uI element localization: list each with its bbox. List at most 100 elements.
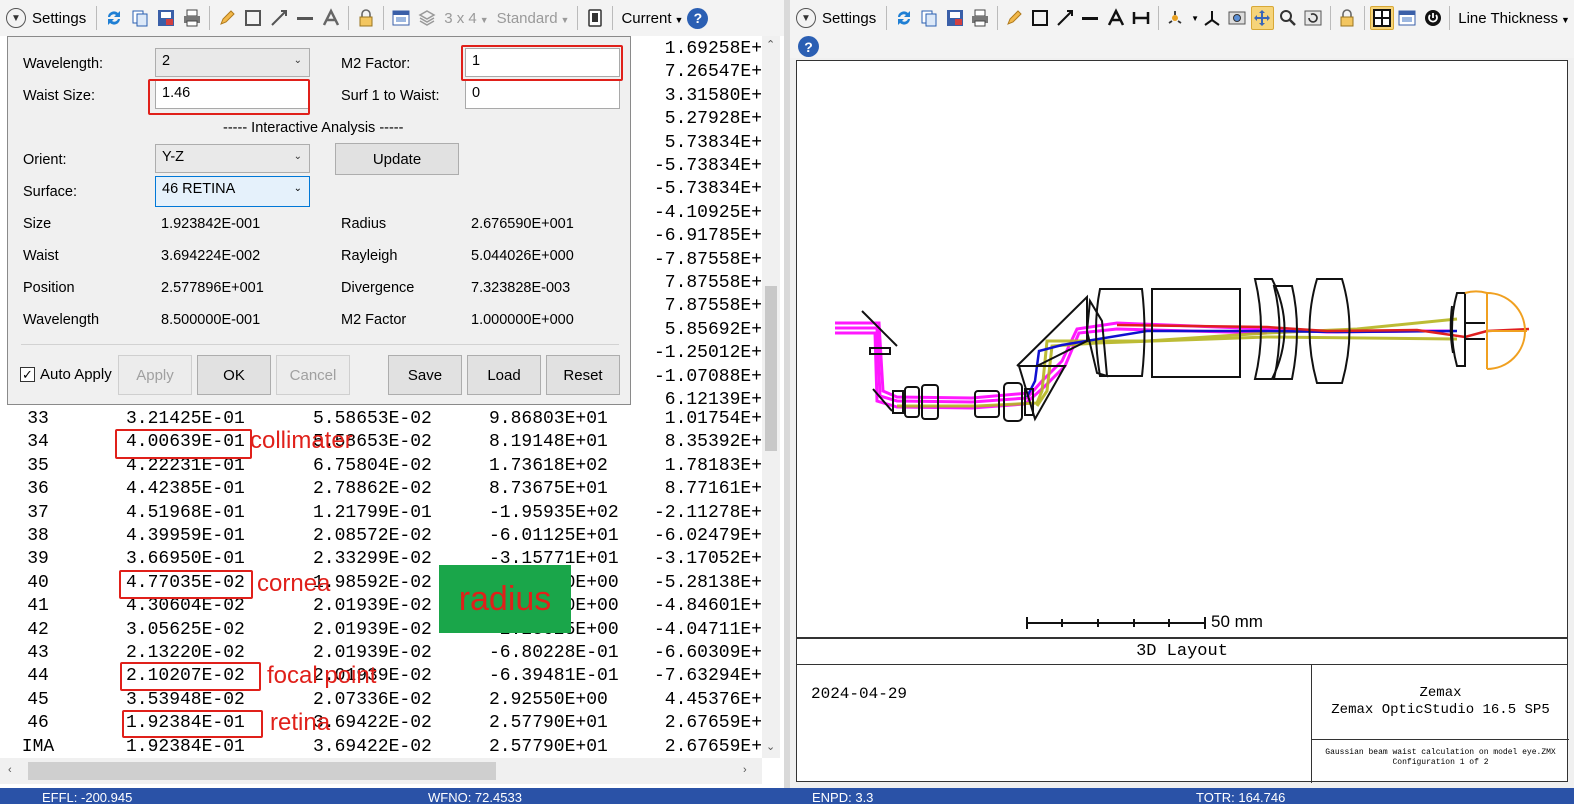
annotation-box-collimater <box>115 429 252 459</box>
ok-button[interactable]: OK <box>197 355 271 395</box>
copy-icon[interactable] <box>128 6 152 30</box>
dimension-icon[interactable] <box>1129 6 1152 30</box>
phone-layout-icon[interactable] <box>583 6 607 30</box>
axes-icon[interactable] <box>1200 6 1223 30</box>
save-button[interactable]: Save <box>388 355 462 395</box>
scroll-left-icon[interactable]: ‹ <box>8 764 12 776</box>
table-cell: -1.25012E+ <box>652 343 762 363</box>
title-divider <box>1311 739 1569 740</box>
wavelength-dropdown[interactable]: 2 ⌄ <box>155 48 310 77</box>
copy-icon[interactable] <box>918 6 941 30</box>
file-info: Gaussian beam waist calculation on model… <box>1312 748 1569 768</box>
cell-value: -6.91785E+ <box>653 226 762 247</box>
table-cell: 5.58653E-02 <box>313 409 432 429</box>
table-cell: 2.01939E-02 <box>313 643 432 663</box>
result-value: 1.000000E+000 <box>471 312 574 328</box>
table-cell: 3.69422E-02 <box>313 736 432 757</box>
rectangle-icon[interactable] <box>241 6 265 30</box>
orient-label: Orient: <box>23 152 67 168</box>
load-button[interactable]: Load <box>467 355 541 395</box>
table-cell: 8.35392E+ <box>652 432 762 452</box>
reset-view-icon[interactable] <box>1301 6 1324 30</box>
pan-icon[interactable] <box>1250 6 1275 30</box>
status-effl: EFFL: -200.945 <box>42 790 133 804</box>
grid-size-dropdown[interactable]: 3 x 4 ▼ <box>440 10 492 27</box>
pencil-icon[interactable] <box>215 6 239 30</box>
grid-layout-icon[interactable] <box>1370 6 1394 30</box>
table-cell: 3.31580E+ <box>652 86 762 106</box>
power-icon[interactable] <box>1421 6 1444 30</box>
apply-button[interactable]: Apply <box>118 355 192 395</box>
text-icon[interactable] <box>1104 6 1127 30</box>
table-cell: 3.53948E-02 <box>126 689 245 710</box>
table-cell: -2.11278E+ <box>652 503 762 523</box>
line-thickness-dropdown[interactable]: Line Thickness ▼ <box>1454 10 1574 27</box>
result-value: 8.500000E-001 <box>161 312 261 328</box>
cell-value: 4.45376E+ <box>664 689 762 710</box>
lock-icon[interactable] <box>354 6 378 30</box>
chevron-down-icon: ⌄ <box>293 183 302 194</box>
help-icon[interactable]: ? <box>687 7 709 29</box>
line-icon[interactable] <box>293 6 317 30</box>
result-value: 5.044026E+000 <box>471 248 574 264</box>
lock-icon[interactable] <box>1336 6 1359 30</box>
window-splitter[interactable] <box>784 0 790 788</box>
table-cell: 1.01754E+ <box>652 409 762 429</box>
save-image-icon[interactable] <box>943 6 966 30</box>
print-icon[interactable] <box>180 6 204 30</box>
window-icon[interactable] <box>389 6 413 30</box>
auto-apply-checkbox[interactable]: ✓ <box>20 367 35 382</box>
arrow-line-icon[interactable] <box>267 6 291 30</box>
left-toolbar: ▼ Settings 3 x 4 ▼ Standard ▼ Current ▼ … <box>0 0 784 36</box>
help-icon[interactable]: ? <box>798 36 819 57</box>
table-cell: 33 <box>27 409 49 429</box>
annotation-box-focal-point <box>120 662 261 691</box>
table-cell: 45 <box>27 689 49 710</box>
dialog-divider <box>21 344 619 345</box>
caret-down-icon[interactable]: ▼ <box>1191 14 1199 23</box>
scroll-up-icon[interactable]: ⌃ <box>766 38 775 51</box>
table-cell: -7.87558E+ <box>652 250 762 270</box>
scroll-thumb[interactable] <box>765 286 777 451</box>
scroll-thumb[interactable] <box>28 762 496 780</box>
cancel-button[interactable]: Cancel <box>276 355 350 395</box>
result-value: 2.577896E+001 <box>161 280 264 296</box>
settings-toggle[interactable]: ▼ Settings <box>790 8 882 28</box>
result-label: M2 Factor <box>341 312 407 328</box>
vertical-scrollbar[interactable]: ⌃ ⌄ <box>762 36 780 758</box>
rectangle-icon[interactable] <box>1028 6 1051 30</box>
refresh-icon[interactable] <box>102 6 126 30</box>
update-button[interactable]: Update <box>335 143 459 175</box>
layout-3d-view[interactable]: 50 mm <box>796 60 1568 638</box>
window-icon[interactable] <box>1396 6 1419 30</box>
table-cell: 1.92384E-01 <box>126 736 245 757</box>
surf-to-waist-input[interactable]: 0 <box>465 80 620 109</box>
rotate-3d-icon[interactable] <box>1164 6 1187 30</box>
table-cell: 6.75804E-02 <box>313 455 432 476</box>
scroll-right-icon[interactable]: › <box>743 764 747 776</box>
reset-button[interactable]: Reset <box>546 355 620 395</box>
camera-icon[interactable] <box>1225 6 1248 30</box>
horizontal-scrollbar[interactable]: ‹ › <box>0 758 762 784</box>
orient-dropdown[interactable]: Y-Z ⌄ <box>155 144 310 173</box>
settings-toggle[interactable]: ▼ Settings <box>0 8 92 28</box>
save-image-icon[interactable] <box>154 6 178 30</box>
pencil-icon[interactable] <box>1003 6 1026 30</box>
arrow-line-icon[interactable] <box>1053 6 1076 30</box>
text-icon[interactable] <box>319 6 343 30</box>
surface-dropdown[interactable]: 46 RETINA ⌄ <box>155 176 310 207</box>
toolbar-divider <box>1364 6 1366 30</box>
zoom-icon[interactable] <box>1276 6 1299 30</box>
print-icon[interactable] <box>968 6 991 30</box>
table-cell: 2.08572E-02 <box>313 526 432 546</box>
current-dropdown[interactable]: Current ▼ <box>617 10 687 27</box>
table-cell: 2.57790E+01 <box>489 736 608 757</box>
table-cell: -3.17052E+ <box>652 549 762 569</box>
line-icon[interactable] <box>1079 6 1102 30</box>
toolbar-divider <box>96 6 98 30</box>
scroll-down-icon[interactable]: ⌄ <box>766 740 775 753</box>
orient-value: Y-Z <box>162 149 185 165</box>
layers-icon[interactable] <box>415 6 439 30</box>
refresh-icon[interactable] <box>892 6 915 30</box>
standard-dropdown[interactable]: Standard ▼ <box>493 10 574 27</box>
